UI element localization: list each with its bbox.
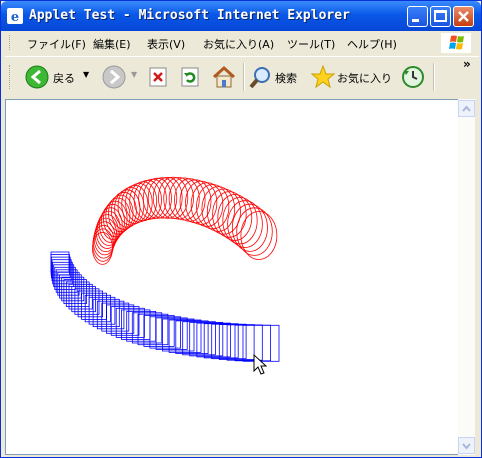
toolbar-separator: [433, 63, 435, 91]
applet-blue-rect: [196, 322, 231, 358]
applet-red-ellipse: [185, 180, 218, 225]
refresh-icon[interactable]: [181, 67, 201, 87]
close-button[interactable]: [453, 6, 474, 27]
applet-blue-rect: [226, 324, 263, 361]
ie-window: e Applet Test - Microsoft Internet Explo…: [0, 0, 482, 458]
window-title: Applet Test - Microsoft Internet Explore…: [29, 8, 350, 23]
menu-file[interactable]: ファイル(F): [27, 36, 86, 52]
back-label[interactable]: 戻る: [53, 70, 75, 86]
back-dropdown-icon[interactable]: ▼: [83, 70, 89, 79]
menu-tools[interactable]: ツール(T): [287, 36, 335, 52]
toolbar-grip[interactable]: [9, 65, 12, 89]
applet-red-ellipse: [240, 211, 278, 260]
applet-canvas[interactable]: [6, 100, 458, 454]
ie-logo-icon: e: [7, 8, 23, 24]
scroll-down-button[interactable]: [458, 437, 475, 454]
applet-blue-rect: [218, 324, 255, 360]
vertical-scrollbar[interactable]: [458, 99, 475, 455]
menu-edit[interactable]: 編集(E): [93, 36, 131, 52]
applet-red-ellipse: [196, 184, 230, 230]
applet-blue-rect: [189, 321, 224, 357]
browser-content: [5, 99, 459, 455]
search-icon[interactable]: [249, 65, 273, 89]
menubar-grip[interactable]: [9, 35, 12, 50]
applet-blue-rect: [234, 324, 271, 362]
chevron-up-icon: [462, 105, 471, 112]
history-icon[interactable]: [401, 65, 425, 89]
search-label[interactable]: 検索: [275, 70, 297, 86]
close-icon: [458, 11, 469, 22]
forward-dropdown-icon[interactable]: ▼: [131, 70, 137, 79]
title-bar[interactable]: e Applet Test - Microsoft Internet Explo…: [1, 1, 481, 31]
menu-view[interactable]: 表示(V): [147, 36, 185, 52]
applet-blue-rect: [203, 323, 239, 359]
svg-text:e: e: [11, 10, 19, 24]
maximize-button[interactable]: [430, 6, 451, 27]
menu-favorites[interactable]: お気に入り(A): [203, 36, 274, 52]
chevron-down-icon: [462, 443, 471, 450]
applet-blue-rect: [211, 323, 247, 360]
forward-arrow-icon[interactable]: [102, 65, 126, 89]
applet-blue-rect: [242, 324, 280, 362]
mouse-cursor-icon: [253, 353, 268, 375]
windows-logo-icon: [441, 33, 471, 53]
toolbar-separator: [243, 63, 245, 91]
scroll-up-button[interactable]: [458, 100, 475, 117]
star-icon[interactable]: [311, 65, 335, 89]
back-arrow-icon[interactable]: [25, 65, 49, 89]
applet-blue-rect: [131, 312, 163, 344]
maximize-icon: [434, 10, 447, 22]
menu-help[interactable]: ヘルプ(H): [347, 36, 397, 52]
favorites-label[interactable]: お気に入り: [337, 70, 392, 86]
applet-blue-rect: [182, 321, 216, 356]
minimize-button[interactable]: [407, 6, 428, 27]
minimize-icon: [412, 19, 419, 22]
home-icon[interactable]: [211, 65, 237, 89]
standard-toolbar: 戻る ▼ ▼ 検索 お気に入り »: [5, 56, 479, 97]
applet-red-ellipse: [158, 176, 189, 219]
stop-icon[interactable]: [149, 67, 169, 87]
menu-bar: ファイル(F) 編集(E) 表示(V) お気に入り(A) ツール(T) ヘルプ(…: [5, 32, 479, 53]
toolbar-overflow-chevron[interactable]: »: [463, 57, 471, 71]
